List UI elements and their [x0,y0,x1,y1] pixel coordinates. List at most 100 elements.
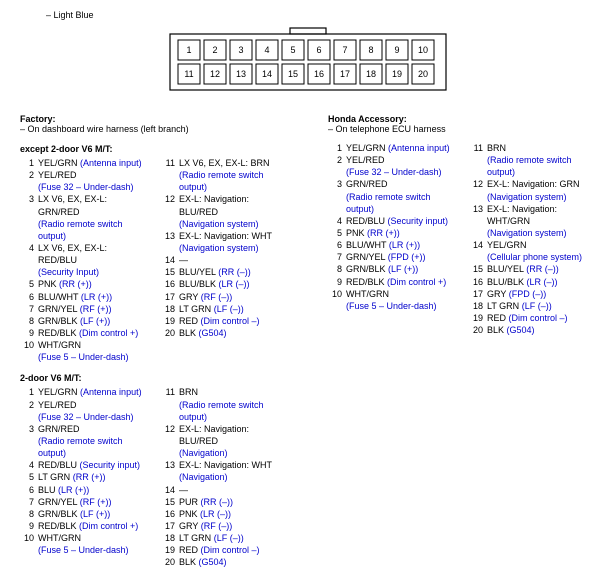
pin-color: GRN/RED [346,179,388,189]
pin-color: RED/BLK [38,328,77,338]
pin-color: — [179,255,188,265]
pin-number: 15 [469,263,483,275]
pin-color: GRY [179,292,198,302]
pin-number: 11 [469,142,483,154]
pin-body: LT GRN (RR (+)) [38,471,147,483]
pin-body: WHT/GRN [38,532,147,544]
pin-body: YEL/RED [38,399,147,411]
pin-color: RED [179,316,198,326]
pin-color: LT GRN [487,301,519,311]
pin-body: GRY (RF (–)) [179,291,288,303]
pin-color: WHT/GRN [38,340,81,350]
pin-body: LT GRN (LF (–)) [179,303,288,315]
pin-function: (Radio remote switch output) [179,169,288,193]
group-title: except 2-door V6 M/T: [20,144,288,154]
svg-text:1: 1 [186,45,191,55]
pin-function: (Navigation system) [179,218,288,230]
pin-number: 16 [161,508,175,520]
pin-row: 12EX-L: Navigation: BLU/RED [161,193,288,217]
pin-body: EX-L: Navigation: WHT [179,459,288,471]
pin-body: RED/BLU (Security input) [346,215,455,227]
pin-color: LT GRN [38,472,70,482]
pin-number: 7 [328,251,342,263]
group-title: 2-door V6 M/T: [20,373,288,383]
pin-body: GRN/BLK (LF (+)) [38,508,147,520]
svg-text:4: 4 [264,45,269,55]
pin-color: EX-L: Navigation: WHT/GRN [487,204,557,226]
pin-body: RED/BLU (Security input) [38,459,147,471]
pin-function: (G504) [199,328,227,338]
pin-row: 5LT GRN (RR (+)) [20,471,147,483]
pin-body: BLU/WHT (LR (+)) [38,291,147,303]
pin-body: PNK (RR (+)) [346,227,455,239]
pin-color: LX V6, EX, EX-L: RED/BLU [38,243,107,265]
pin-number: 13 [469,203,483,215]
pin-row: 15BLU/YEL (RR (–)) [161,266,288,278]
pin-number: 20 [469,324,483,336]
pin-color: BLU [38,485,56,495]
pin-function: (Fuse 32 – Under-dash) [38,181,147,193]
pin-body: BLU/YEL (RR (–)) [487,263,596,275]
pin-function: (Dim control –) [201,545,260,555]
pin-color: BLU/WHT [346,240,386,250]
pin-function: (Fuse 5 – Under-dash) [38,544,147,556]
pin-function: (Dim control –) [201,316,260,326]
pin-number: 10 [20,339,34,351]
pin-function: (LR (+)) [58,485,89,495]
pin-function: (RR (–)) [201,497,234,507]
pin-color: LX V6, EX, EX-L: GRN/RED [38,194,107,216]
pin-row: 17GRY (RF (–)) [161,520,288,532]
pin-number: 18 [161,532,175,544]
pin-function: (Antenna input) [388,143,450,153]
pin-body: GRN/YEL (FPD (+)) [346,251,455,263]
pin-body: EX-L: Navigation: WHT [179,230,288,242]
pin-function: (Cellular phone system) [487,251,596,263]
pin-function: (Security Input) [38,266,147,278]
pin-function: (Antenna input) [80,158,142,168]
pin-body: GRN/YEL (RF (+)) [38,496,147,508]
pin-function: (LR (+)) [389,240,420,250]
pin-row: 2YEL/RED [20,169,147,181]
pin-number: 8 [20,315,34,327]
pin-color: LX V6, EX, EX-L: BRN [179,158,270,168]
svg-text:20: 20 [418,69,428,79]
pin-row: 18LT GRN (LF (–)) [161,303,288,315]
pin-color: EX-L: Navigation: GRN [487,179,580,189]
svg-text:16: 16 [314,69,324,79]
pin-row: 10WHT/GRN [328,288,455,300]
pin-function: (Navigation system) [487,191,596,203]
pin-function: (FPD (+)) [388,252,426,262]
pin-function: (LF (–)) [522,301,552,311]
pin-body: GRY (RF (–)) [179,520,288,532]
pin-color: EX-L: Navigation: WHT [179,460,272,470]
pin-body: RED (Dim control –) [179,544,288,556]
pin-function: (RR (+)) [367,228,400,238]
factory-title: Factory: [20,114,288,124]
svg-text:17: 17 [340,69,350,79]
pin-function: (RR (+)) [59,279,92,289]
pin-row: 8GRN/BLK (LF (+)) [328,263,455,275]
pin-row: 6BLU/WHT (LR (+)) [328,239,455,251]
pin-number: 17 [469,288,483,300]
svg-text:13: 13 [236,69,246,79]
pin-color: EX-L: Navigation: WHT [179,231,272,241]
accessory-sub: – On telephone ECU harness [328,124,596,134]
svg-text:12: 12 [210,69,220,79]
pin-color: — [179,485,188,495]
pin-function: (LR (–)) [527,277,558,287]
pin-color: BLK [179,557,196,567]
pin-number: 13 [161,459,175,471]
pin-row: 17GRY (RF (–)) [161,291,288,303]
pin-body: RED/BLK (Dim control +) [346,276,455,288]
svg-text:8: 8 [368,45,373,55]
pin-row: 8GRN/BLK (LF (+)) [20,508,147,520]
pin-number: 3 [20,423,34,435]
pin-body: BLU/YEL (RR (–)) [179,266,288,278]
pin-color: YEL/RED [346,155,385,165]
pin-row: 16BLU/BLK (LR (–)) [161,278,288,290]
pin-number: 16 [161,278,175,290]
pin-function: (RF (–)) [201,292,233,302]
pin-function: (RR (–)) [526,264,559,274]
pin-function: (LF (–)) [214,304,244,314]
pin-row: 9RED/BLK (Dim control +) [20,327,147,339]
